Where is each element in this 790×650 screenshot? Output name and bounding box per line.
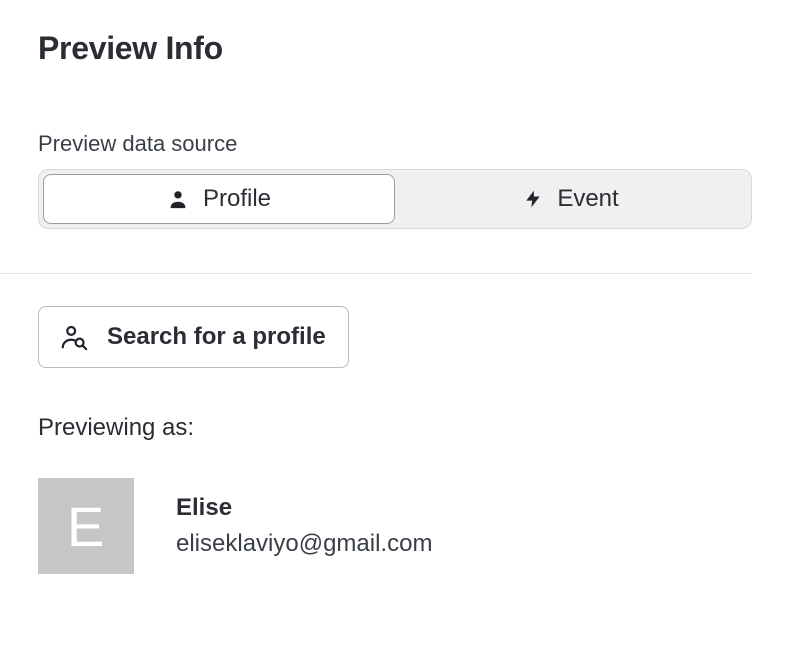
person-icon bbox=[167, 188, 189, 210]
profile-email: eliseklaviyo@gmail.com bbox=[176, 530, 432, 558]
person-search-icon bbox=[59, 323, 89, 351]
avatar-initial: E bbox=[67, 494, 105, 559]
previewing-profile-row: E Elise eliseklaviyo@gmail.com bbox=[38, 478, 752, 574]
segment-event[interactable]: Event bbox=[395, 174, 747, 224]
profile-texts: Elise eliseklaviyo@gmail.com bbox=[176, 494, 432, 558]
segment-event-label: Event bbox=[557, 185, 618, 213]
avatar: E bbox=[38, 478, 134, 574]
profile-name: Elise bbox=[176, 494, 432, 522]
data-source-label: Preview data source bbox=[38, 131, 752, 157]
segment-profile[interactable]: Profile bbox=[43, 174, 395, 224]
lightning-icon bbox=[523, 187, 543, 211]
search-profile-button-label: Search for a profile bbox=[107, 323, 326, 351]
page-title: Preview Info bbox=[38, 30, 752, 67]
data-source-segmented: Profile Event bbox=[38, 169, 752, 229]
search-profile-button[interactable]: Search for a profile bbox=[38, 306, 349, 368]
segment-profile-label: Profile bbox=[203, 185, 271, 213]
previewing-as-label: Previewing as: bbox=[38, 414, 752, 442]
